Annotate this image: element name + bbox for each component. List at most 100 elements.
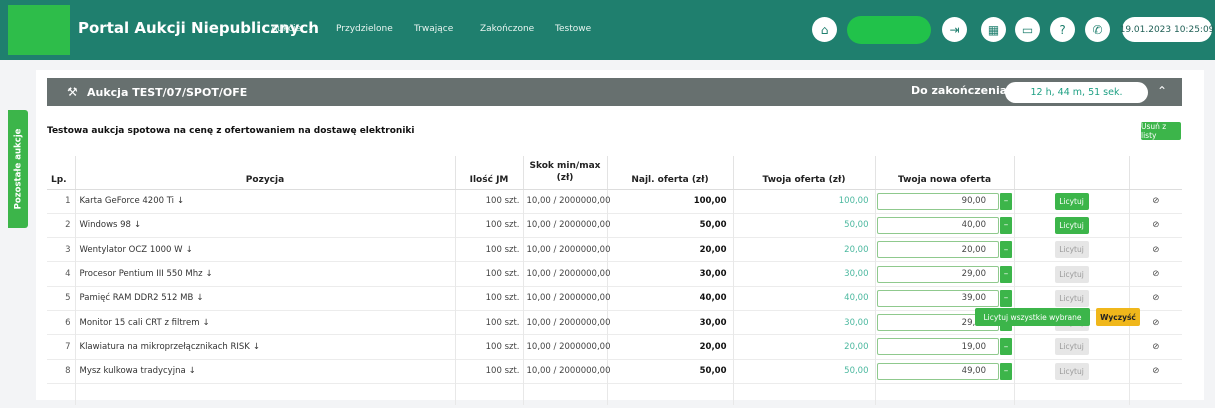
row-bid-cell: Licytuj	[1013, 358, 1129, 384]
bid-button[interactable]: Licytuj	[1054, 216, 1089, 234]
minus-icon[interactable]: –	[1000, 338, 1012, 356]
row-step: 10,00 / 2000000,00	[522, 285, 610, 311]
row-lp: 5	[47, 285, 75, 311]
row-quantity: 100 szt.	[454, 188, 523, 214]
calculator-icon[interactable]: ▦	[981, 17, 1006, 42]
table-row: 2 Windows 98 ↓ 100 szt. 10,00 / 2000000,00 50…	[47, 212, 1182, 238]
row-position: Procesor Pentium III 550 Mhz ↓	[74, 261, 455, 287]
arrow-down-icon[interactable]: ↓	[177, 196, 184, 206]
arrow-down-icon[interactable]: ↓	[202, 318, 209, 328]
logout-icon[interactable]: ⇥	[942, 17, 967, 42]
row-quantity: 100 szt.	[454, 212, 523, 238]
minus-icon[interactable]: –	[1000, 241, 1012, 259]
row-lp: 6	[47, 309, 75, 335]
phone-icon[interactable]: ✆	[1085, 17, 1110, 42]
footer-cell	[1128, 382, 1182, 406]
row-position-name: Mysz kulkowa tradycyjna	[79, 366, 186, 377]
nav-przydzielone[interactable]: Przydzielone	[336, 24, 393, 34]
row-quantity: 100 szt.	[454, 309, 523, 335]
nav-aukcje[interactable]: Aukcje ⌄	[271, 24, 314, 34]
row-quantity: 100 szt.	[454, 285, 523, 311]
minus-icon[interactable]: –	[1000, 362, 1012, 380]
chevron-up-icon[interactable]: ⌃	[1157, 84, 1167, 98]
footer-cell	[1013, 382, 1129, 406]
help-icon[interactable]: ?	[1050, 17, 1075, 42]
cancel-icon[interactable]: ⊘	[1128, 261, 1182, 287]
cancel-icon[interactable]: ⊘	[1128, 188, 1182, 214]
positions-table: Lp. Pozycja Ilość JM Skok min/max (zł) N…	[47, 156, 1182, 406]
nav-trwajace[interactable]: Trwające	[414, 24, 453, 34]
new-offer-input[interactable]	[877, 241, 999, 259]
row-my-offer: 40,00	[732, 285, 875, 311]
row-my-offer: 50,00	[732, 358, 875, 384]
row-lp: 3	[47, 237, 75, 262]
footer-cell	[732, 382, 875, 406]
row-best-offer: 50,00	[606, 358, 733, 384]
bid-button[interactable]: Licytuj	[1054, 338, 1089, 356]
row-position: Monitor 15 cali CRT z filtrem ↓	[74, 309, 455, 335]
row-quantity: 100 szt.	[454, 261, 523, 287]
home-icon[interactable]: ⌂	[812, 17, 837, 42]
row-lp: 2	[47, 212, 75, 238]
arrow-down-icon[interactable]: ↓	[186, 245, 193, 255]
arrow-down-icon[interactable]: ↓	[253, 342, 260, 352]
footer-cell	[47, 382, 75, 406]
row-best-offer: 30,00	[606, 309, 733, 335]
minus-icon[interactable]: –	[1000, 265, 1012, 283]
top-navbar: Portal Aukcji Niepublicznych Aukcje ⌄ Prz…	[0, 0, 1215, 60]
cancel-icon[interactable]: ⊘	[1128, 212, 1182, 238]
nav-zakonczone[interactable]: Zakończone	[480, 24, 534, 34]
bid-all-selected-button[interactable]: Licytuj wszystkie wybrane	[975, 308, 1090, 326]
new-offer-input[interactable]	[877, 338, 999, 356]
nav-testowe[interactable]: Testowe	[555, 24, 591, 34]
bid-button[interactable]: Licytuj	[1054, 192, 1089, 210]
minus-icon[interactable]: –	[1000, 216, 1012, 234]
bid-button[interactable]: Licytuj	[1054, 289, 1089, 307]
minus-icon[interactable]: –	[1000, 192, 1012, 210]
row-bid-cell: Licytuj	[1013, 285, 1129, 311]
row-my-offer: 30,00	[732, 261, 875, 287]
remove-from-list-button[interactable]: Usuń z listy	[1141, 122, 1181, 140]
row-new-offer-cell: –	[874, 237, 1014, 262]
bid-button[interactable]: Licytuj	[1054, 362, 1089, 380]
user-account-button[interactable]	[847, 16, 931, 44]
row-bid-cell: Licytuj	[1013, 188, 1129, 214]
logo[interactable]	[8, 5, 70, 55]
new-offer-input[interactable]	[877, 216, 999, 234]
arrow-down-icon[interactable]: ↓	[206, 269, 213, 279]
new-offer-input[interactable]	[877, 192, 999, 210]
arrow-down-icon[interactable]: ↓	[189, 366, 196, 376]
table-row: 3 Wentylator OCZ 1000 W ↓ 100 szt. 10,00 / 2…	[47, 237, 1182, 262]
row-position: Klawiatura na mikroprzełącznikach RISK ↓	[74, 334, 455, 360]
new-offer-input[interactable]	[877, 265, 999, 283]
row-lp: 7	[47, 334, 75, 360]
row-best-offer: 40,00	[606, 285, 733, 311]
other-auctions-tab[interactable]: Pozostałe aukcje	[8, 110, 28, 228]
new-offer-input[interactable]	[877, 362, 999, 380]
chevron-down-icon: ⌄	[307, 24, 314, 33]
new-offer-input[interactable]	[877, 289, 999, 307]
row-lp: 1	[47, 188, 75, 214]
table-row: 5 Pamięć RAM DDR2 512 MB ↓ 100 szt. 10,00 / …	[47, 285, 1182, 311]
book-icon[interactable]: ▭	[1015, 17, 1040, 42]
cancel-icon[interactable]: ⊘	[1128, 358, 1182, 384]
cancel-icon[interactable]: ⊘	[1128, 285, 1182, 311]
row-new-offer-cell: –	[874, 188, 1014, 214]
auction-header: ⚒ Aukcja TEST/07/SPOT/OFE Do zakończenia…	[47, 78, 1182, 106]
minus-icon[interactable]: –	[1000, 289, 1012, 307]
row-new-offer-cell: –	[874, 285, 1014, 311]
col-action	[1013, 156, 1129, 190]
cancel-icon[interactable]: ⊘	[1128, 334, 1182, 360]
footer-cell	[74, 382, 455, 406]
bid-button[interactable]: Licytuj	[1054, 265, 1089, 283]
row-position-name: Monitor 15 cali CRT z filtrem	[79, 317, 200, 328]
arrow-down-icon[interactable]: ↓	[134, 220, 141, 230]
table-row: 8 Mysz kulkowa tradycyjna ↓ 100 szt. 10,00 /…	[47, 358, 1182, 384]
row-new-offer-cell: –	[874, 358, 1014, 384]
row-bid-cell: Licytuj	[1013, 212, 1129, 238]
row-position: Mysz kulkowa tradycyjna ↓	[74, 358, 455, 384]
arrow-down-icon[interactable]: ↓	[196, 293, 203, 303]
cancel-icon[interactable]: ⊘	[1128, 237, 1182, 262]
bid-button[interactable]: Licytuj	[1054, 241, 1089, 259]
clear-button[interactable]: Wyczyść	[1096, 308, 1140, 326]
